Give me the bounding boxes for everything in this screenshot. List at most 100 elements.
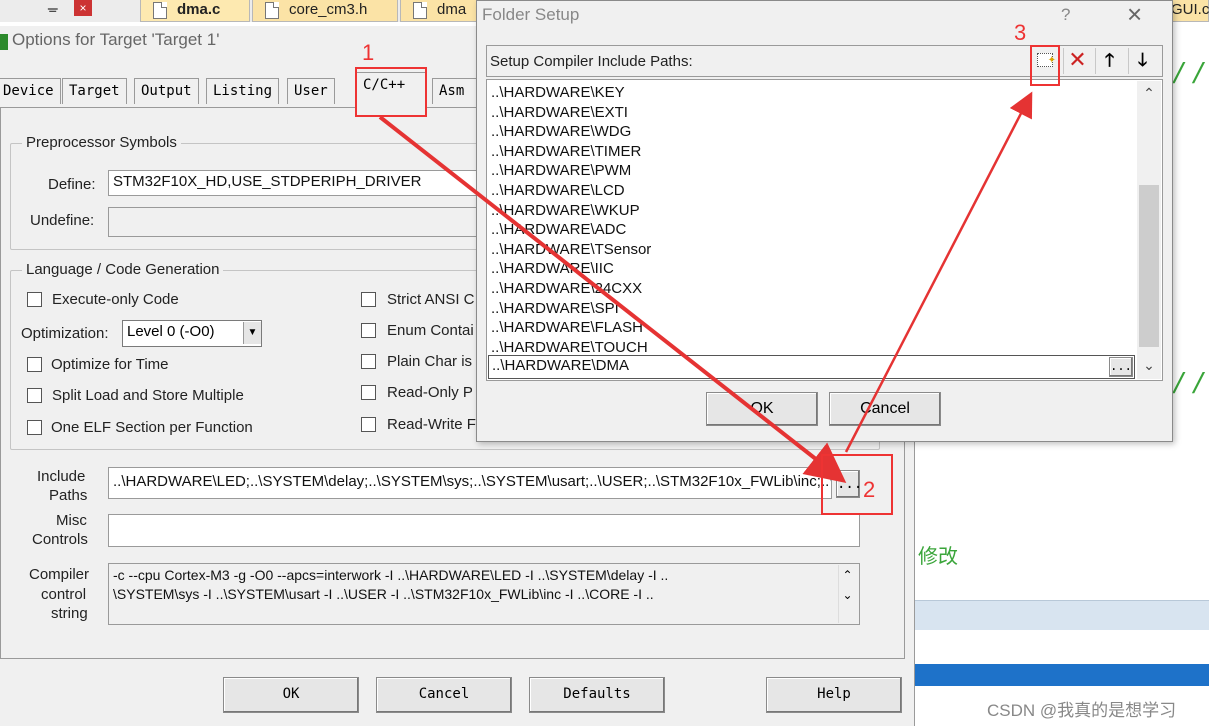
path-list-scrollbar[interactable]: ⌃ ⌄ [1137, 81, 1161, 379]
compiler-control-label-3: string [51, 605, 88, 622]
editor-tab-dma[interactable]: dma [400, 0, 478, 22]
csdn-watermark: CSDN @我真的是想学习 [987, 701, 1177, 720]
split-load-checkbox[interactable] [27, 388, 42, 403]
strict-ansi-label: Strict ANSI C [387, 291, 475, 308]
read-write-label: Read-Write F [387, 416, 476, 433]
compiler-control-label-2: control [41, 586, 87, 603]
tab-target[interactable]: Target [62, 78, 127, 104]
optimize-time-label: Optimize for Time [51, 356, 169, 373]
tab-user[interactable]: User [287, 78, 335, 104]
split-load-label: Split Load and Store Multiple [52, 387, 244, 404]
editor-tab-core-cm3[interactable]: core_cm3.h [252, 0, 398, 22]
annotation-box-3 [1030, 45, 1060, 86]
compiler-control-label-1: Compiler [29, 566, 90, 583]
enum-container-checkbox[interactable] [361, 323, 376, 338]
annotation-box-1 [355, 67, 427, 117]
one-elf-label: One ELF Section per Function [51, 419, 253, 436]
list-item[interactable]: ..\HARDWARE\TIMER [491, 142, 651, 162]
preprocessor-group-label: Preprocessor Symbols [22, 134, 181, 151]
compiler-control-string[interactable]: -c --cpu Cortex-M3 -g -O0 --apcs=interwo… [108, 563, 860, 625]
close-icon[interactable]: × [1127, 0, 1142, 30]
tab-device[interactable]: Device [0, 78, 61, 104]
enum-container-label: Enum Contai [387, 322, 474, 339]
folder-setup-title: Folder Setup [482, 5, 580, 24]
define-input[interactable]: STM32F10X_HD,USE_STDPERIPH_DRIVER [108, 170, 480, 196]
folder-ok-button[interactable]: OK [706, 392, 818, 426]
list-item[interactable]: ..\HARDWARE\SPI [491, 299, 651, 319]
list-item[interactable]: ..\HARDWARE\LCD [491, 181, 651, 201]
read-write-checkbox[interactable] [361, 417, 376, 432]
help-button[interactable]: Help [766, 677, 902, 713]
move-down-icon[interactable]: 🡓 [1128, 48, 1156, 74]
one-elf-checkbox[interactable] [27, 420, 42, 435]
delete-icon[interactable]: ✕ [1063, 48, 1091, 74]
compiler-scrollbar[interactable]: ⌃ ⌄ [838, 565, 856, 623]
pin-icon[interactable]: ᚚ [48, 0, 58, 17]
tab-listing[interactable]: Listing [206, 78, 280, 104]
optimization-select[interactable]: Level 0 (-O0) [122, 320, 262, 347]
editor-tab-gui[interactable]: GUI.c [1168, 0, 1209, 22]
undefine-label: Undefine: [30, 212, 95, 229]
optimize-time-checkbox[interactable] [27, 357, 42, 372]
path-list-label: Setup Compiler Include Paths: [490, 53, 693, 70]
include-paths-label-1: Include [37, 468, 86, 485]
annotation-number-2: 2 [863, 477, 876, 502]
read-only-checkbox[interactable] [361, 385, 376, 400]
edit-path-value: ..\HARDWARE\DMA [492, 357, 629, 374]
undefine-input[interactable] [108, 207, 480, 237]
list-item[interactable]: ..\HARDWARE\WDG [491, 122, 651, 142]
defaults-button[interactable]: Defaults [529, 677, 665, 713]
annotation-number-1: 1 [362, 40, 375, 65]
tab-asm[interactable]: Asm [432, 78, 482, 104]
folder-setup-dialog: Folder Setup ? × Setup Compiler Include … [476, 0, 1173, 442]
list-item[interactable]: ..\HARDWARE\FLASH [491, 318, 651, 338]
compiler-line-2: \SYSTEM\sys -I ..\SYSTEM\usart -I ..\USE… [113, 586, 654, 602]
cancel-button[interactable]: Cancel [376, 677, 512, 713]
misc-controls-input[interactable] [108, 514, 860, 547]
list-item[interactable]: ..\HARDWARE\IIC [491, 259, 651, 279]
include-paths-input[interactable]: ..\HARDWARE\LED;..\SYSTEM\delay;..\SYSTE… [108, 467, 832, 499]
folder-cancel-button[interactable]: Cancel [829, 392, 941, 426]
list-item[interactable]: ..\HARDWARE\24CXX [491, 279, 651, 299]
compiler-line-1: -c --cpu Cortex-M3 -g -O0 --apcs=interwo… [113, 567, 669, 583]
close-editor-icon[interactable]: × [74, 0, 92, 16]
annotation-number-3: 3 [1014, 20, 1027, 45]
tab-output[interactable]: Output [134, 78, 199, 104]
chevron-down-icon[interactable]: ▼ [243, 322, 261, 344]
code-comment: // [1172, 58, 1209, 88]
annotation-box-2 [821, 454, 893, 515]
misc-controls-label-1: Misc [56, 512, 87, 529]
keil-icon [0, 34, 8, 50]
list-item[interactable]: ..\HARDWARE\PWM [491, 161, 651, 181]
edit-path-browse-button[interactable]: ... [1109, 357, 1133, 377]
misc-controls-label-2: Controls [32, 531, 88, 548]
define-label: Define: [48, 176, 96, 193]
list-item[interactable]: ..\HARDWARE\TSensor [491, 240, 651, 260]
path-list-items: ..\HARDWARE\KEY ..\HARDWARE\EXTI ..\HARD… [491, 83, 651, 357]
chevron-up-icon[interactable]: ⌃ [1137, 85, 1161, 102]
code-chinese-comment: 修改 [918, 546, 958, 568]
list-item[interactable]: ..\HARDWARE\EXTI [491, 103, 651, 123]
plain-char-checkbox[interactable] [361, 354, 376, 369]
scrollbar-thumb[interactable] [1139, 185, 1159, 347]
list-item[interactable]: ..\HARDWARE\WKUP [491, 201, 651, 221]
optimization-label: Optimization: [21, 325, 109, 342]
options-dialog-title: Options for Target 'Target 1' [12, 30, 220, 49]
help-icon[interactable]: ? [1061, 5, 1070, 25]
language-group-label: Language / Code Generation [22, 261, 224, 278]
optimization-value: Level 0 (-O0) [127, 323, 215, 340]
move-up-icon[interactable]: 🡑 [1095, 48, 1123, 74]
include-paths-label-2: Paths [49, 487, 88, 504]
status-bar [910, 664, 1209, 686]
chevron-down-icon[interactable]: ⌄ [1137, 357, 1161, 374]
strict-ansi-checkbox[interactable] [361, 292, 376, 307]
tab-label: dma.c [177, 1, 221, 18]
tab-label: core_cm3.h [289, 1, 368, 18]
list-item[interactable]: ..\HARDWARE\KEY [491, 83, 651, 103]
ok-button[interactable]: OK [223, 677, 359, 713]
execute-only-checkbox[interactable] [27, 292, 42, 307]
list-item[interactable]: ..\HARDWARE\ADC [491, 220, 651, 240]
editor-tab-dma-c[interactable]: dma.c [140, 0, 250, 22]
plain-char-label: Plain Char is [387, 353, 473, 370]
edit-path-field[interactable]: ..\HARDWARE\DMA [488, 355, 1135, 379]
